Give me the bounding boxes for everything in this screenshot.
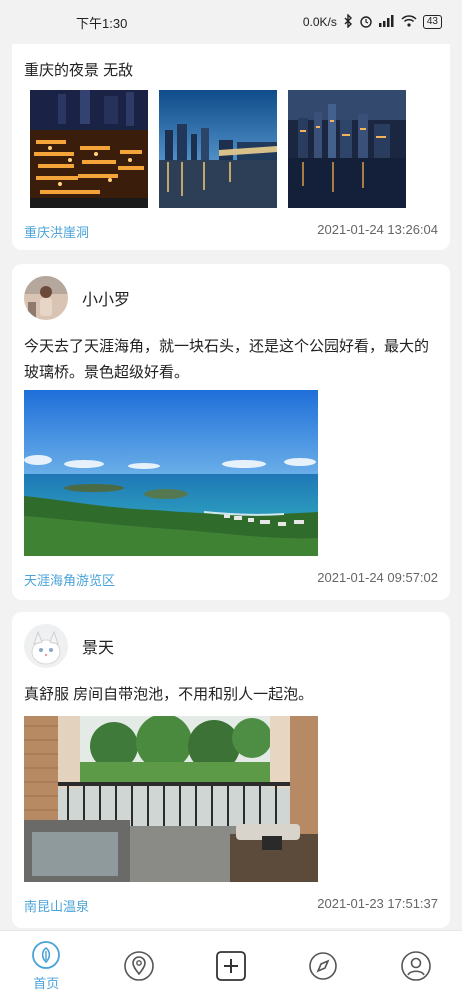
feed: 重庆的夜景 无敌 重庆洪崖洞 2021-01-24 13:26:04 小小罗 今…	[0, 0, 462, 930]
compass-icon	[307, 950, 339, 982]
post-photo[interactable]	[24, 390, 318, 556]
add-icon	[215, 950, 247, 982]
profile-icon	[400, 950, 432, 982]
signal-icon	[378, 14, 395, 30]
post-location[interactable]: 天涯海角游览区	[24, 570, 115, 589]
status-time: 下午1:30	[76, 15, 128, 31]
bottom-tab-bar: 首页	[0, 930, 462, 1000]
post-photo[interactable]	[159, 90, 277, 208]
battery-icon: 43	[422, 15, 442, 29]
bluetooth-icon	[343, 12, 353, 31]
alarm-icon	[359, 14, 373, 31]
tab-add[interactable]	[185, 931, 277, 1000]
post-text: 重庆的夜景 无敌	[24, 62, 134, 79]
post-location[interactable]: 重庆洪崖洞	[24, 222, 89, 241]
username[interactable]: 小小罗	[82, 286, 130, 310]
post-text: 今天去了天涯海角，就一块石头，还是这个公园好看，最大的玻璃桥。景色超级好看。	[24, 338, 430, 381]
post-photo[interactable]	[30, 90, 148, 208]
tab-home-label: 首页	[33, 976, 60, 991]
post-time: 2021-01-24 13:26:04	[317, 222, 438, 237]
tab-location[interactable]	[92, 931, 184, 1000]
post-time: 2021-01-24 09:57:02	[317, 570, 438, 585]
home-icon	[30, 939, 62, 971]
post-card[interactable]: 景天 真舒服 房间自带泡池，不用和别人一起泡。 南昆山温泉 2021-01-23…	[12, 612, 450, 928]
username[interactable]: 景天	[82, 634, 114, 658]
post-photo[interactable]	[24, 716, 318, 882]
tab-home[interactable]: 首页	[0, 931, 92, 1000]
location-icon	[123, 950, 155, 982]
post-time: 2021-01-23 17:51:37	[317, 896, 438, 911]
wifi-icon	[401, 14, 417, 30]
tab-discover[interactable]	[277, 931, 369, 1000]
post-location[interactable]: 南昆山温泉	[24, 896, 89, 915]
post-text: 真舒服 房间自带泡池，不用和别人一起泡。	[24, 686, 314, 703]
status-bar: 下午1:30 0.0K/s 43	[0, 0, 462, 44]
post-photo[interactable]	[288, 90, 406, 208]
post-card[interactable]: 小小罗 今天去了天涯海角，就一块石头，还是这个公园好看，最大的玻璃桥。景色超级好…	[12, 264, 450, 600]
avatar[interactable]	[24, 276, 68, 320]
tab-profile[interactable]	[370, 931, 462, 1000]
avatar[interactable]	[24, 624, 68, 668]
network-speed: 0.0K/s	[302, 15, 337, 29]
